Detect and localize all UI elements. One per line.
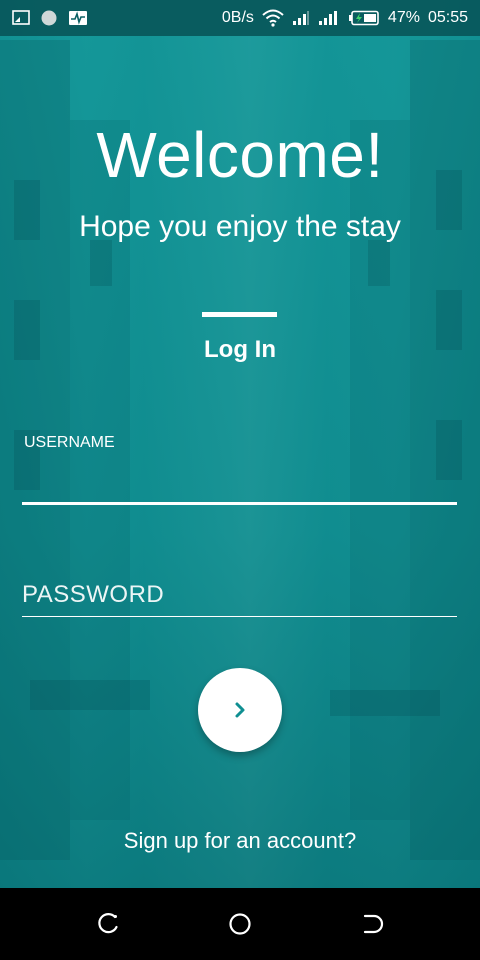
recent-apps-button[interactable] <box>94 910 122 938</box>
screen-cast-icon <box>12 10 30 26</box>
welcome-subtitle: Hope you enjoy the stay <box>79 210 401 243</box>
home-button[interactable] <box>226 910 254 938</box>
back-button[interactable] <box>358 910 386 938</box>
activity-monitor-icon <box>68 10 88 26</box>
login-submit-button[interactable] <box>198 668 282 752</box>
tab-indicator <box>202 312 277 317</box>
password-input[interactable] <box>22 574 457 617</box>
back-icon <box>359 911 385 937</box>
battery-percent: 47% <box>387 9 420 26</box>
status-bar: 0B/s 47% 05:55 <box>0 0 480 36</box>
circle-indicator-icon <box>40 9 58 27</box>
wifi-icon <box>262 9 284 27</box>
signal-1-icon <box>292 10 310 26</box>
network-speed: 0B/s <box>221 9 254 26</box>
login-screen: 0B/s 47% 05:55 Welcome! Hope you enjoy t… <box>0 0 480 960</box>
welcome-title: Welcome! <box>96 119 384 191</box>
clock: 05:55 <box>427 9 468 26</box>
home-circle-icon <box>227 911 253 937</box>
recent-apps-icon <box>95 911 121 937</box>
navigation-bar <box>0 888 480 960</box>
username-input[interactable] <box>22 462 457 505</box>
chevron-right-icon <box>232 700 248 720</box>
signup-link[interactable]: Sign up for an account? <box>0 828 480 854</box>
username-label: USERNAME <box>24 434 115 451</box>
signal-2-icon <box>318 10 340 26</box>
tab-login[interactable]: Log In <box>0 336 480 364</box>
battery-icon <box>348 10 380 26</box>
